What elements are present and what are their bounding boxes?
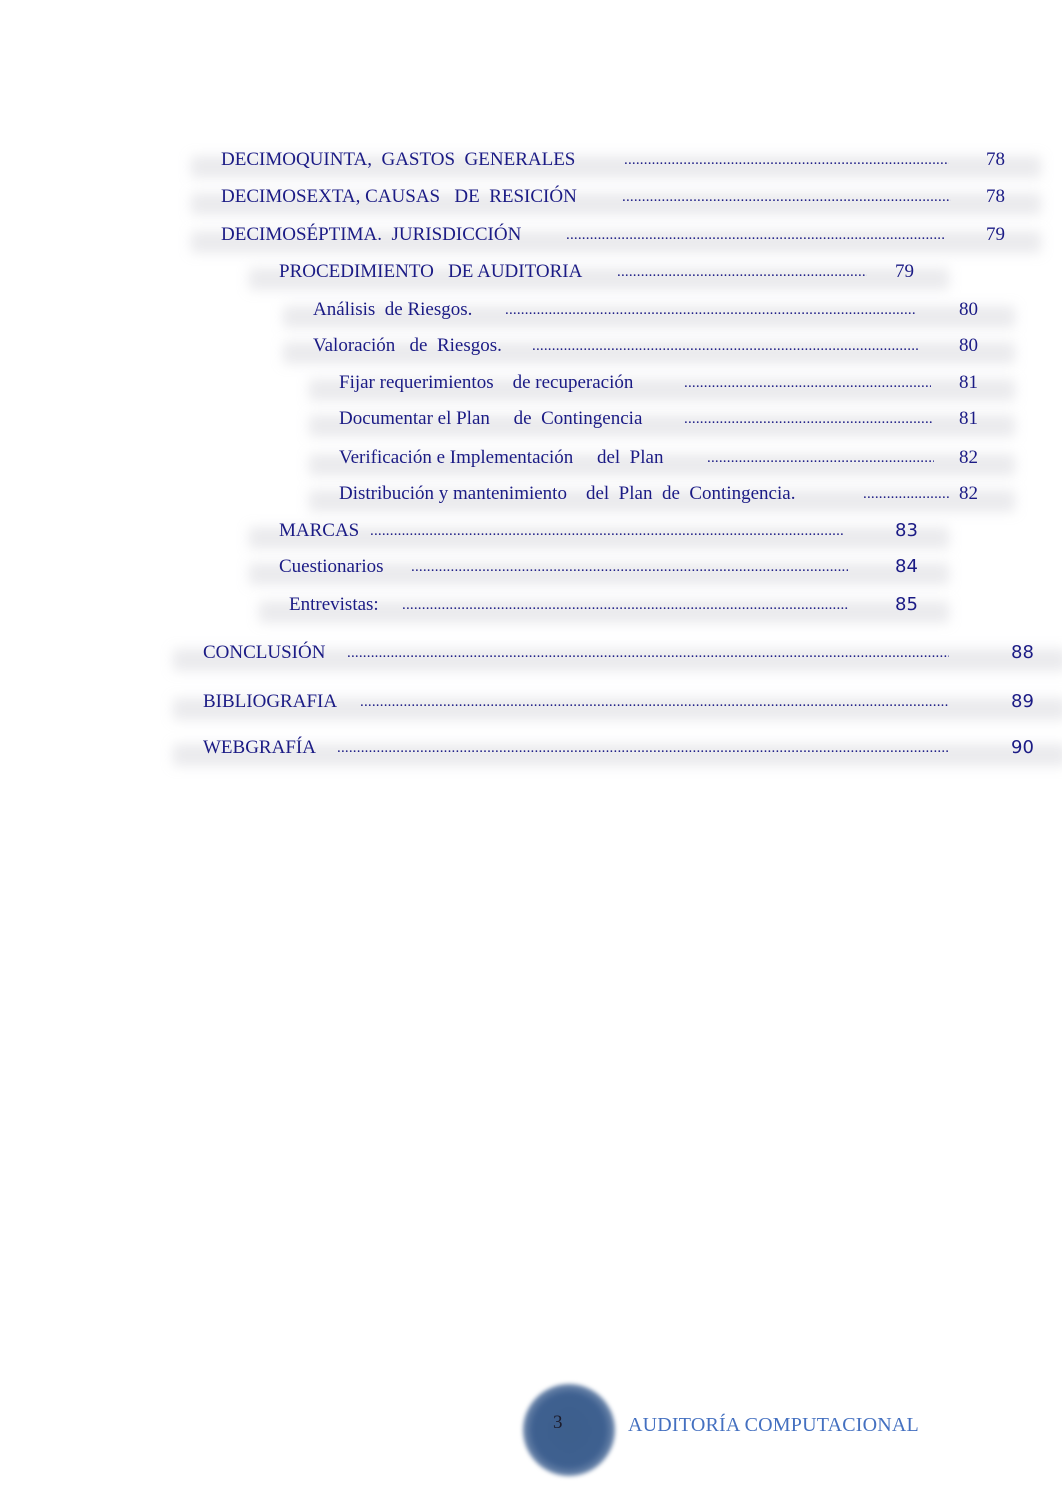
toc-entry-title: Valoración de Riesgos. bbox=[313, 335, 512, 356]
toc-entry-page: 78 bbox=[986, 149, 1005, 170]
toc-leader-dots: ........................................… bbox=[684, 411, 932, 427]
toc-entry-page: 84 bbox=[895, 556, 918, 577]
toc-entry[interactable]: CONCLUSIÓN .............................… bbox=[173, 639, 1062, 671]
toc-entry[interactable]: MARCAS .................................… bbox=[249, 517, 949, 549]
toc-leader-dots: ........................................… bbox=[532, 338, 918, 354]
toc-entry[interactable]: Documentar el Plan de Contingencia .....… bbox=[309, 405, 1015, 437]
toc-entry[interactable]: Cuestionarios ..........................… bbox=[249, 553, 949, 585]
toc-leader-dots: ........................................… bbox=[505, 302, 915, 318]
toc-entry-page: 82 bbox=[959, 483, 978, 504]
toc-leader-dots: ........................................… bbox=[617, 264, 867, 280]
toc-entry-title: Análisis de Riesgos. bbox=[313, 299, 487, 320]
toc-leader-dots: ........................................… bbox=[347, 645, 949, 661]
toc-entry-title: WEBGRAFÍA bbox=[203, 737, 320, 758]
toc-entry[interactable]: Análisis de Riesgos. ...................… bbox=[283, 296, 1015, 328]
toc-entry-page: 78 bbox=[986, 186, 1005, 207]
page-number: 3 bbox=[553, 1412, 563, 1433]
toc-entry-title: Documentar el Plan de Contingencia bbox=[339, 408, 652, 429]
toc-entry-title: Fijar requerimientos de recuperación bbox=[339, 372, 653, 393]
toc-entry-page: 81 bbox=[959, 408, 978, 429]
toc-entry-page: 82 bbox=[959, 447, 978, 468]
toc-leader-dots: ........................................… bbox=[360, 694, 949, 710]
toc-entry-page: 80 bbox=[959, 335, 978, 356]
toc-entry-title: MARCAS bbox=[279, 520, 360, 541]
toc-entry-page: 81 bbox=[959, 372, 978, 393]
toc-entry[interactable]: DECIMOQUINTA, GASTOS GENERALES .........… bbox=[191, 146, 1041, 178]
toc-leader-dots: ........................................… bbox=[707, 450, 934, 466]
toc-leader-dots: ........................................… bbox=[370, 523, 843, 539]
toc-entry[interactable]: WEBGRAFÍA ..............................… bbox=[173, 734, 1062, 766]
document-title-footer: AUDITORÍA COMPUTACIONAL bbox=[628, 1414, 919, 1436]
toc-entry-title: DECIMOSÉPTIMA. JURISDICCIÓN bbox=[221, 224, 527, 245]
toc-leader-dots: ........................................… bbox=[402, 597, 848, 613]
toc-entry[interactable]: Distribución y mantenimiento del Plan de… bbox=[309, 480, 1015, 512]
toc-entry[interactable]: DECIMOSÉPTIMA. JURISDICCIÓN ............… bbox=[191, 221, 1041, 253]
toc-entry-title: Verificación e Implementación del Plan bbox=[339, 447, 669, 468]
toc-entry[interactable]: BIBLIOGRAFIA ...........................… bbox=[173, 688, 1062, 720]
toc-leader-dots: ........................................… bbox=[624, 152, 949, 168]
toc-entry-title: DECIMOSEXTA, CAUSAS DE RESICIÓN bbox=[221, 186, 582, 207]
toc-leader-dots: ........................................… bbox=[337, 740, 948, 756]
toc-leader-dots: ........................................… bbox=[622, 189, 951, 205]
toc-leader-dots: ........................................… bbox=[863, 486, 950, 502]
toc-entry-title: Cuestionarios bbox=[279, 556, 398, 577]
toc-entry[interactable]: Fijar requerimientos de recuperación ...… bbox=[309, 369, 1015, 401]
toc-entry-title: PROCEDIMIENTO DE AUDITORIA bbox=[279, 261, 583, 282]
toc-entry-title: Distribución y mantenimiento del Plan de… bbox=[339, 483, 805, 504]
toc-entry-page: 89 bbox=[1011, 691, 1034, 712]
toc-entry-title: Entrevistas: bbox=[289, 594, 389, 615]
toc-leader-dots: ........................................… bbox=[684, 375, 931, 391]
toc-entry-title: BIBLIOGRAFIA bbox=[203, 691, 341, 712]
toc-entry-page: 83 bbox=[895, 520, 918, 541]
toc-entry[interactable]: Valoración de Riesgos. .................… bbox=[283, 332, 1015, 364]
toc-leader-dots: ........................................… bbox=[566, 227, 944, 243]
toc-leader-dots: ........................................… bbox=[411, 559, 848, 575]
toc-entry[interactable]: Entrevistas: ...........................… bbox=[259, 591, 949, 623]
toc-entry-page: 79 bbox=[895, 261, 914, 282]
toc-entry-page: 90 bbox=[1011, 737, 1034, 758]
toc-entry-title: CONCLUSIÓN bbox=[203, 642, 331, 663]
page-number-circle bbox=[523, 1384, 615, 1476]
toc-entry[interactable]: PROCEDIMIENTO DE AUDITORIA .............… bbox=[249, 258, 949, 290]
toc-entry-page: 88 bbox=[1011, 642, 1034, 663]
toc-entry-page: 85 bbox=[895, 594, 918, 615]
toc-entry-title: DECIMOQUINTA, GASTOS GENERALES bbox=[221, 149, 581, 170]
toc-entry[interactable]: Verificación e Implementación del Plan .… bbox=[309, 444, 1015, 476]
toc-entry-page: 79 bbox=[986, 224, 1005, 245]
document-page: DECIMOQUINTA, GASTOS GENERALES .........… bbox=[0, 0, 1062, 1506]
toc-entry[interactable]: DECIMOSEXTA, CAUSAS DE RESICIÓN ........… bbox=[191, 183, 1041, 215]
toc-entry-page: 80 bbox=[959, 299, 978, 320]
